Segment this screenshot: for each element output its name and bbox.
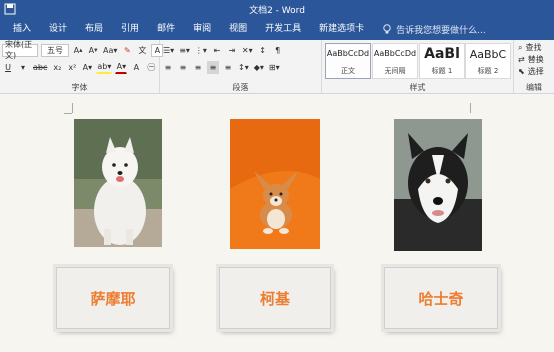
editing-group: ⌕ 查找 ⇄ 替换 ⬉ 选择 编辑 [514, 40, 554, 94]
style-heading-2[interactable]: AaBbC 标题 2 [465, 43, 511, 79]
select-button[interactable]: ⬉ 选择 [518, 66, 544, 77]
tell-me-placeholder: 告诉我您想要做什么... [396, 25, 486, 36]
replace-button[interactable]: ⇄ 替换 [518, 54, 544, 65]
tab-review[interactable]: 审阅 [184, 18, 220, 40]
paragraph-group-label: 段落 [232, 83, 249, 92]
align-right-icon[interactable]: ≡ [192, 61, 204, 74]
search-icon: ⌕ [518, 42, 523, 52]
label-card-husky[interactable]: 哈士奇 [384, 267, 498, 329]
character-shading-icon[interactable]: A [130, 61, 142, 74]
document-page[interactable]: 萨摩耶 柯基 哈士奇 [0, 95, 554, 352]
font-color-icon[interactable]: A▾ [115, 61, 128, 74]
font-size-select[interactable]: 五号 [41, 43, 69, 57]
tab-view[interactable]: 视图 [220, 18, 256, 40]
tab-layout[interactable]: 布局 [76, 18, 112, 40]
replace-label: 替换 [527, 55, 544, 64]
superscript-icon[interactable]: x² [66, 61, 78, 74]
chinese-layout-icon[interactable]: ✕▾ [241, 44, 254, 57]
lightbulb-icon [381, 23, 393, 35]
tab-design[interactable]: 设计 [40, 18, 76, 40]
find-label: 查找 [525, 43, 542, 52]
borders-icon[interactable]: ⊞▾ [268, 61, 281, 74]
select-icon: ⬉ [518, 67, 525, 76]
font-group: 宋体(正文) 五号 A ▴ A ▾ Aa▾ ✎ 文 A U ▾ abc x₂ x² … [0, 40, 164, 94]
tell-me-box[interactable]: 告诉我您想要做什么... [381, 23, 486, 36]
title-bar: 文档2 - Word [0, 0, 554, 18]
label-card-samoyed[interactable]: 萨摩耶 [56, 267, 170, 329]
samoyed-photo[interactable] [74, 119, 162, 247]
style-name: 正文 [341, 67, 355, 75]
show-marks-icon[interactable]: ¶ [272, 44, 284, 57]
justify-icon[interactable]: ≡ [207, 60, 219, 74]
editing-group-label: 编辑 [526, 83, 542, 92]
margin-mark [470, 103, 471, 113]
ribbon: 宋体(正文) 五号 A ▴ A ▾ Aa▾ ✎ 文 A U ▾ abc x₂ x² … [0, 40, 554, 94]
style-sample: AaBbC [469, 48, 507, 61]
margin-mark [72, 103, 73, 113]
corgi-photo[interactable] [230, 119, 320, 249]
phonetic-guide-icon[interactable]: 文 [136, 44, 148, 57]
tab-new-tab[interactable]: 新建选项卡 [310, 18, 373, 40]
paragraph-group: ☰▾ ≡▾ ⋮▾ ⇤ ⇥ ✕▾ ↕ ¶ ≡ ≡ ≡ ≡ ≡ ↕▾ ◆▾ ⊞▾ 段… [160, 40, 322, 94]
style-name: 标题 1 [431, 67, 453, 75]
tab-mailings[interactable]: 邮件 [148, 18, 184, 40]
style-name: 无间隔 [384, 67, 406, 75]
underline-dropdown-icon[interactable]: ▾ [17, 61, 29, 74]
label-text: 哈士奇 [418, 289, 464, 308]
numbering-icon[interactable]: ≡▾ [178, 44, 191, 57]
style-name: 标题 2 [477, 67, 499, 75]
tab-developer[interactable]: 开发工具 [256, 18, 310, 40]
tab-insert[interactable]: 插入 [4, 18, 40, 40]
find-button[interactable]: ⌕ 查找 [518, 42, 541, 53]
ribbon-tabs: 插入 设计 布局 引用 邮件 审阅 视图 开发工具 新建选项卡 告诉我您想要做什… [0, 18, 554, 40]
decrease-indent-icon[interactable]: ⇤ [211, 44, 223, 57]
bullets-icon[interactable]: ☰▾ [162, 44, 175, 57]
grow-font-icon[interactable]: A ▴ [72, 44, 84, 57]
window-title: 文档2 - Word [249, 6, 305, 16]
font-name-select[interactable]: 宋体(正文) [2, 40, 38, 60]
font-group-label: 字体 [71, 83, 88, 92]
distributed-icon[interactable]: ≡ [222, 61, 234, 74]
style-sample: AaBl [424, 46, 460, 62]
style-sample: AaBbCcDd [373, 49, 417, 58]
line-spacing-icon[interactable]: ↕▾ [237, 61, 250, 74]
align-center-icon[interactable]: ≡ [177, 61, 189, 74]
text-effects-icon[interactable]: A▾ [81, 61, 93, 74]
select-label: 选择 [527, 67, 544, 76]
margin-mark [64, 113, 72, 114]
multilevel-list-icon[interactable]: ⋮▾ [194, 44, 208, 57]
change-case-icon[interactable]: Aa▾ [102, 44, 118, 57]
styles-group-label: 样式 [409, 83, 426, 92]
highlight-icon[interactable]: ab▾ [96, 61, 113, 74]
label-text: 柯基 [259, 289, 290, 308]
clear-format-icon[interactable]: ✎ [121, 44, 133, 57]
increase-indent-icon[interactable]: ⇥ [226, 44, 238, 57]
replace-icon: ⇄ [518, 55, 525, 64]
label-card-corgi[interactable]: 柯基 [219, 267, 331, 329]
align-left-icon[interactable]: ≡ [162, 61, 174, 74]
strikethrough-icon[interactable]: abc [32, 61, 48, 74]
style-no-spacing[interactable]: AaBbCcDd 无间隔 [372, 43, 418, 79]
tab-references[interactable]: 引用 [112, 18, 148, 40]
style-sample: AaBbCcDd [326, 49, 370, 58]
label-text: 萨摩耶 [90, 289, 136, 308]
shading-icon[interactable]: ◆▾ [253, 61, 265, 74]
style-heading-1[interactable]: AaBl 标题 1 [419, 43, 465, 79]
styles-group: AaBbCcDd 正文 AaBbCcDd 无间隔 AaBl 标题 1 AaBbC… [322, 40, 514, 94]
shrink-font-icon[interactable]: A ▾ [87, 44, 99, 57]
sort-icon[interactable]: ↕ [257, 44, 269, 57]
husky-photo[interactable] [394, 119, 482, 251]
underline-icon[interactable]: U [2, 61, 14, 74]
style-normal[interactable]: AaBbCcDd 正文 [325, 43, 371, 79]
enclose-characters-icon[interactable]: ㊀ [145, 61, 157, 74]
subscript-icon[interactable]: x₂ [51, 61, 63, 74]
